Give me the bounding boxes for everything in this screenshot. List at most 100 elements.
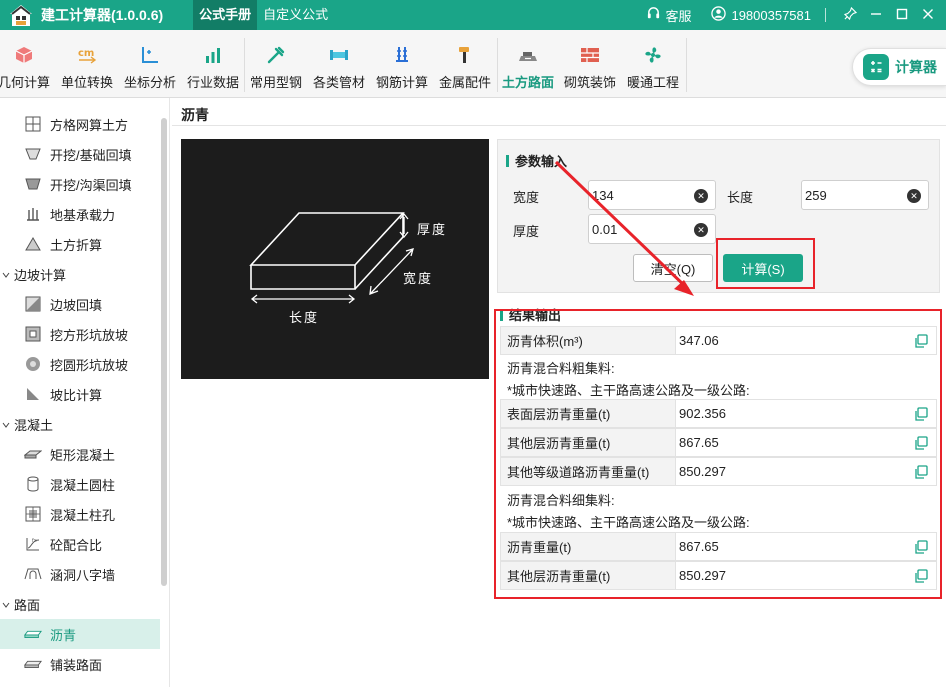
fan-icon (642, 44, 664, 66)
toolbar-separator (244, 38, 245, 92)
minimize-button[interactable] (864, 0, 888, 30)
fx-curve-icon: fx (24, 535, 42, 553)
header-divider (825, 8, 826, 22)
sidebar-item-rect-concrete[interactable]: 矩形混凝土 (0, 439, 160, 469)
sidebar-item-concrete-column[interactable]: 混凝土圆柱 (0, 469, 160, 499)
toolbar-steel-sections[interactable]: 常用型钢 (247, 30, 305, 98)
road-icon (517, 44, 539, 66)
toolbar-label: 行业数据 (186, 75, 239, 90)
pin-button[interactable] (838, 0, 862, 30)
tab-formula-manual[interactable]: 公式手册 (193, 0, 258, 30)
cm-unit-icon: cm (76, 44, 98, 66)
sidebar-category-slope[interactable]: 边坡计算 (0, 259, 160, 289)
tab-custom-formula[interactable]: 自定义公式 (257, 0, 334, 30)
toolbar-label: 常用型钢 (249, 75, 302, 90)
foundation-icon (24, 205, 42, 223)
sidebar-item-ditch-backfill[interactable]: 开挖/沟渠回填 (0, 169, 160, 199)
sidebar-category-label: 路面 (14, 597, 41, 613)
brick-icon (579, 44, 601, 66)
sidebar-item-asphalt[interactable]: 沥青 (0, 619, 160, 649)
asphalt-icon (24, 625, 42, 643)
slab-icon (24, 445, 42, 463)
toolbar-label: 各类管材 (312, 75, 365, 90)
clear-button[interactable]: 清空(Q) (633, 254, 713, 282)
sidebar-item-culvert-wall[interactable]: 涵洞八字墙 (0, 559, 160, 589)
calculator-icon (863, 54, 889, 80)
bar-chart-icon (202, 44, 224, 66)
width-input-value: 134 (592, 187, 614, 203)
sidebar-item-slope-backfill[interactable]: 边坡回填 (0, 289, 160, 319)
wrench-icon (265, 44, 287, 66)
app-logo-icon (8, 2, 34, 28)
toolbar-metal-parts[interactable]: 金属配件 (436, 30, 494, 98)
sidebar-item-round-pit-slope[interactable]: 挖圆形坑放坡 (0, 349, 160, 379)
title-bar: 建工计算器(1.0.0.6) 公式手册 自定义公式 客服 19800357581 (0, 0, 946, 30)
toolbar-label: 金属配件 (438, 75, 491, 90)
sidebar-item-label: 混凝土柱孔 (50, 507, 116, 523)
sidebar-item-label: 方格网算土方 (50, 117, 129, 133)
close-icon (922, 8, 934, 23)
sidebar-item-label: 铺装路面 (50, 657, 103, 673)
sidebar-item-slope-ratio[interactable]: 坡比计算 (0, 379, 160, 409)
close-button[interactable] (916, 0, 940, 30)
title-divider (172, 125, 946, 126)
clear-width-icon[interactable]: ✕ (694, 189, 708, 203)
toolbar-unit-convert[interactable]: cm 单位转换 (58, 30, 116, 98)
sidebar-category-road[interactable]: 路面 (0, 589, 160, 619)
rebar-icon (391, 44, 413, 66)
toolbar-geometry[interactable]: 几何计算 (0, 30, 52, 98)
width-label: 宽度 (513, 190, 540, 205)
thickness-input[interactable]: 0.01 ✕ (588, 214, 716, 244)
maximize-button[interactable] (890, 0, 914, 30)
sidebar-item-earth-conversion[interactable]: 土方折算 (0, 229, 160, 259)
sidebar-category-concrete[interactable]: 混凝土 (0, 409, 160, 439)
diagram-thickness-label: 厚度 (417, 222, 448, 237)
round-pit-icon (24, 355, 42, 373)
sidebar-item-mix-ratio[interactable]: fx 砼配合比 (0, 529, 160, 559)
sidebar-item-label: 开挖/基础回填 (50, 147, 132, 163)
app-title: 建工计算器(1.0.0.6) (41, 7, 164, 23)
asphalt-diagram: 厚度 宽度 长度 (181, 139, 489, 379)
toolbar-label: 钢筋计算 (375, 75, 428, 90)
cylinder-icon (24, 475, 42, 493)
sidebar-item-grid-earthwork[interactable]: 方格网算土方 (0, 109, 160, 139)
diagram-width-label: 宽度 (403, 271, 434, 286)
calculator-label: 计算器 (895, 59, 937, 75)
calculator-button[interactable]: 计算器 (852, 48, 946, 86)
toolbar-masonry[interactable]: 砌筑装饰 (561, 30, 619, 98)
chevron-down-icon (2, 417, 12, 432)
sidebar-item-square-pit-slope[interactable]: 挖方形坑放坡 (0, 319, 160, 349)
toolbar-label: 单位转换 (60, 75, 113, 90)
trench-icon (24, 145, 42, 163)
sidebar-scrollbar[interactable] (161, 118, 167, 586)
length-input[interactable]: 259 ✕ (801, 180, 929, 210)
ditch-icon (24, 175, 42, 193)
sidebar-item-column-hole[interactable]: 混凝土柱孔 (0, 499, 160, 529)
maximize-icon (896, 8, 908, 23)
sidebar-item-bearing-capacity[interactable]: 地基承载力 (0, 199, 160, 229)
clear-length-icon[interactable]: ✕ (907, 189, 921, 203)
sidebar-item-foundation-backfill[interactable]: 开挖/基础回填 (0, 139, 160, 169)
diagram-length-label: 长度 (289, 310, 320, 325)
toolbar-coordinate[interactable]: 坐标分析 (121, 30, 179, 98)
toolbar-hvac[interactable]: 暖通工程 (624, 30, 682, 98)
sidebar-item-label: 开挖/沟渠回填 (50, 177, 132, 193)
calculate-highlight-box (716, 238, 815, 289)
sidebar-item-label: 坡比计算 (50, 387, 103, 403)
column-hole-icon (24, 505, 42, 523)
width-input[interactable]: 134 ✕ (588, 180, 716, 210)
user-icon (711, 6, 727, 24)
toolbar-rebar[interactable]: 钢筋计算 (373, 30, 431, 98)
sidebar-item-paved-road[interactable]: 铺装路面 (0, 649, 160, 679)
hammer-icon (454, 44, 476, 66)
toolbar-earthwork-road[interactable]: 土方路面 (499, 30, 557, 98)
chevron-down-icon (2, 267, 12, 282)
toolbar-pipes[interactable]: 各类管材 (310, 30, 368, 98)
clear-thickness-icon[interactable]: ✕ (694, 223, 708, 237)
user-account[interactable]: 19800357581 (711, 6, 811, 24)
customer-service-button[interactable]: 客服 (646, 6, 691, 25)
slope-ratio-icon (24, 385, 42, 403)
svg-text:fx: fx (32, 538, 37, 544)
toolbar-industry-data[interactable]: 行业数据 (184, 30, 242, 98)
sidebar-item-label: 混凝土圆柱 (50, 477, 116, 493)
